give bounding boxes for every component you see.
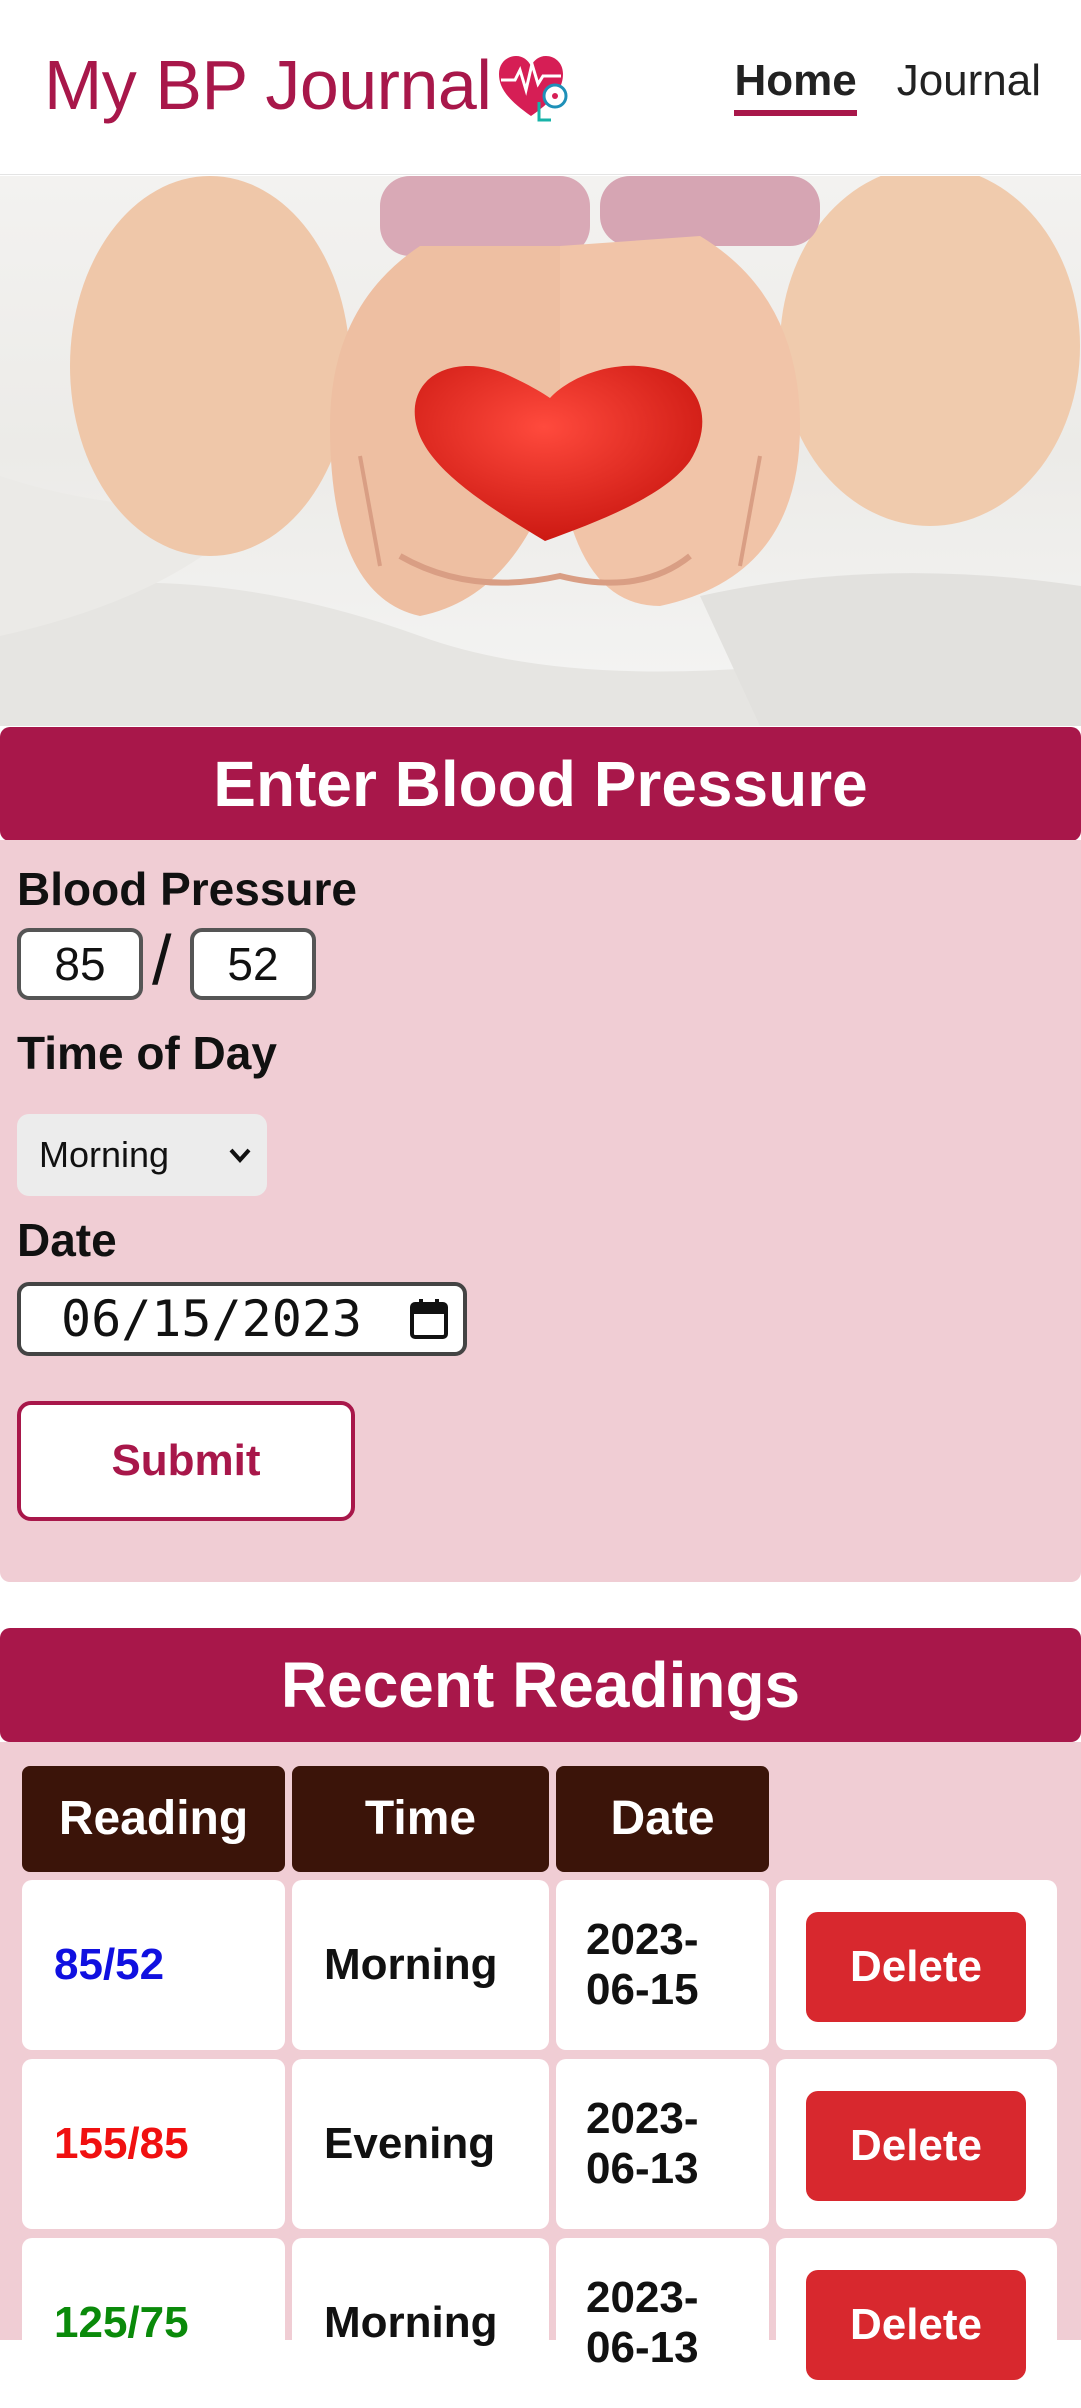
reading-date-line1: 2023- [586, 2094, 699, 2143]
calendar-icon[interactable] [409, 1298, 449, 1340]
table-row-action-cell: Delete [776, 1880, 1057, 2050]
column-header-reading: Reading [22, 1766, 285, 1872]
table-row-reading-cell: 155/85 [22, 2059, 285, 2229]
reading-date: 2023- 06-15 [586, 1915, 706, 2015]
table-row-time-cell: Morning [292, 2238, 549, 2408]
time-of-day-select[interactable]: Morning [17, 1114, 267, 1196]
reading-date-line1: 2023- [586, 2273, 699, 2322]
readings-section-title: Recent Readings [0, 1628, 1081, 1742]
table-row-reading-cell: 125/75 [22, 2238, 285, 2408]
app-header: My BP Journal Home Journal [0, 0, 1081, 175]
table-row-reading-cell: 85/52 [22, 1880, 285, 2050]
delete-button[interactable]: Delete [806, 1912, 1026, 2022]
reading-value: 85/52 [54, 1940, 165, 1989]
time-of-day-label: Time of Day [17, 1027, 277, 1079]
bp-label: Blood Pressure [17, 863, 357, 915]
table-row-date-cell: 2023- 06-13 [556, 2059, 769, 2229]
delete-button[interactable]: Delete [806, 2091, 1026, 2201]
date-input[interactable]: 06/15/2023 [17, 1282, 467, 1356]
hands-holding-heart-illustration [0, 176, 1081, 726]
reading-date-line2: 06-13 [586, 2144, 699, 2193]
reading-date-line2: 06-13 [586, 2323, 699, 2372]
reading-date: 2023- 06-13 [586, 2273, 706, 2373]
systolic-input[interactable]: 85 [17, 928, 143, 1000]
date-label: Date [17, 1214, 117, 1266]
app-title: My BP Journal [44, 46, 492, 124]
nav-journal[interactable]: Journal [897, 56, 1041, 116]
table-row-time-cell: Morning [292, 1880, 549, 2050]
column-header-time: Time [292, 1766, 549, 1872]
submit-button[interactable]: Submit [17, 1401, 355, 1521]
reading-date: 2023- 06-13 [586, 2094, 706, 2194]
hero-image [0, 176, 1081, 726]
date-value: 06/15/2023 [61, 1290, 363, 1348]
reading-date-line2: 06-15 [586, 1965, 699, 2014]
column-header-date: Date [556, 1766, 769, 1872]
diastolic-input[interactable]: 52 [190, 928, 316, 1000]
nav-home[interactable]: Home [734, 56, 857, 116]
main-nav: Home Journal [734, 56, 1041, 116]
table-row-date-cell: 2023- 06-13 [556, 2238, 769, 2408]
table-row-date-cell: 2023- 06-15 [556, 1880, 769, 2050]
heart-pulse-logo-icon [499, 56, 568, 122]
table-row-action-cell: Delete [776, 2238, 1057, 2408]
reading-time: Morning [324, 1940, 498, 1989]
reading-time: Evening [324, 2119, 496, 2168]
bp-separator: / [152, 921, 172, 999]
reading-time: Morning [324, 2298, 498, 2347]
reading-value: 125/75 [54, 2298, 189, 2347]
delete-button[interactable]: Delete [806, 2270, 1026, 2380]
table-row-time-cell: Evening [292, 2059, 549, 2229]
table-row-action-cell: Delete [776, 2059, 1057, 2229]
time-of-day-value: Morning [39, 1134, 170, 1175]
chevron-down-icon [229, 1148, 251, 1163]
reading-date-line1: 2023- [586, 1915, 699, 1964]
brand[interactable]: My BP Journal [44, 44, 571, 126]
entry-section-title: Enter Blood Pressure [0, 727, 1081, 841]
reading-value: 155/85 [54, 2119, 189, 2168]
